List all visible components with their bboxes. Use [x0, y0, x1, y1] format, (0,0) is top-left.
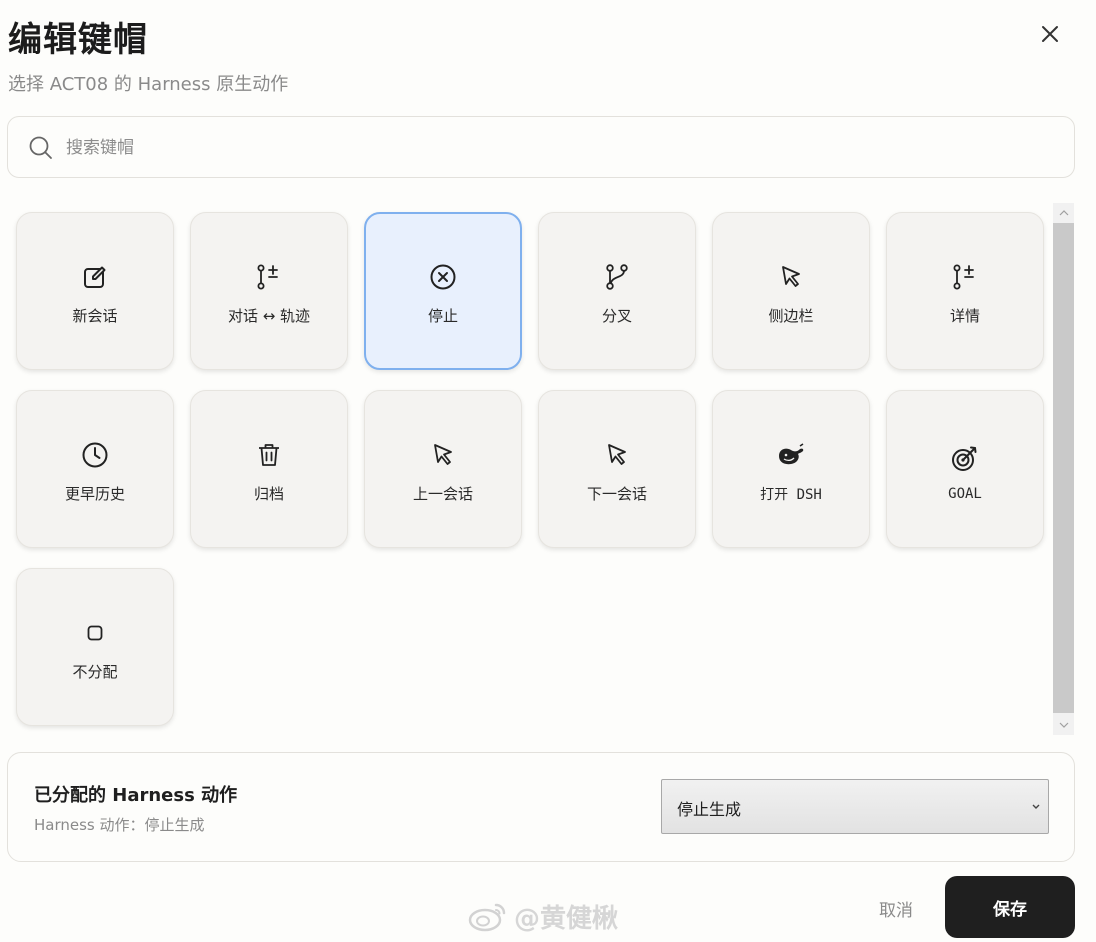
cancel-button[interactable]: 取消 — [862, 892, 930, 924]
keycap-13[interactable]: 不分配 — [16, 568, 174, 726]
assigned-action-title: 已分配的 Harness 动作 — [34, 785, 238, 806]
close-button[interactable] — [1034, 18, 1066, 50]
keycap-label: 分叉 — [601, 307, 632, 325]
search-icon — [29, 136, 52, 159]
keycap-label: 更早历史 — [64, 485, 125, 503]
keycap-label: 停止 — [427, 307, 458, 325]
square-icon — [80, 618, 110, 648]
keycap-7[interactable]: 更早历史 — [16, 390, 174, 548]
search-box — [7, 116, 1075, 178]
cursor-arrow-icon — [428, 440, 458, 470]
keycap-label: 详情 — [949, 307, 980, 325]
whale-icon — [776, 441, 806, 471]
weibo-icon — [468, 903, 506, 932]
keycap-label: 归档 — [253, 485, 284, 503]
dialog-subtitle: 选择 ACT08 的 Harness 原生动作 — [8, 74, 289, 95]
save-button[interactable]: 保存 — [945, 876, 1075, 938]
keycap-8[interactable]: 归档 — [190, 390, 348, 548]
select-value: 停止生成 — [677, 800, 742, 819]
keycap-10[interactable]: 下一会话 — [538, 390, 696, 548]
dialog-title: 编辑键帽 — [8, 20, 148, 60]
git-fork-icon — [602, 262, 632, 292]
clock-icon — [80, 440, 110, 470]
keycap-label: 新会话 — [72, 307, 118, 325]
watermark-text: @黄健楸 — [514, 903, 619, 934]
scrollbar[interactable] — [1053, 203, 1074, 735]
keycap-11[interactable]: 打开 DSH — [712, 390, 870, 548]
watermark: @黄健楸 — [468, 896, 618, 936]
keycap-grid: 新会话 对话 ↔ 轨迹 停止 分叉 侧边栏 详情更早历史 归档 上一会话 下一会话 打开 DSH G… — [16, 212, 1044, 726]
assigned-action-subtitle: Harness 动作：停止生成 — [34, 816, 205, 834]
keycap-3[interactable]: 停止 — [364, 212, 522, 370]
keycap-9[interactable]: 上一会话 — [364, 390, 522, 548]
keycap-1[interactable]: 新会话 — [16, 212, 174, 370]
keycap-6[interactable]: 详情 — [886, 212, 1044, 370]
keycap-label: 侧边栏 — [768, 307, 814, 325]
chevron-down-icon — [1059, 722, 1068, 728]
keycap-label: GOAL — [948, 485, 982, 502]
keycap-2[interactable]: 对话 ↔ 轨迹 — [190, 212, 348, 370]
scroll-thumb[interactable] — [1053, 223, 1074, 713]
keycap-12[interactable]: GOAL — [886, 390, 1044, 548]
close-icon — [1042, 26, 1058, 42]
search-input[interactable] — [66, 129, 1046, 167]
list-plus-minus-icon — [950, 262, 980, 292]
keycap-label: 打开 DSH — [760, 486, 822, 503]
chevron-up-icon — [1059, 210, 1068, 216]
chevron-down-icon — [1032, 804, 1040, 809]
trash-icon — [254, 440, 284, 470]
edit-keycap-dialog: 编辑键帽 选择 ACT08 的 Harness 原生动作 新会话对话 ↔ 轨迹停… — [0, 0, 1096, 942]
keycap-grid-area: 新会话 对话 ↔ 轨迹 停止 分叉 侧边栏 详情更早历史 归档 上一会话 下一会话 打开 DSH G… — [0, 196, 1050, 741]
keycap-4[interactable]: 分叉 — [538, 212, 696, 370]
scroll-down-button[interactable] — [1053, 715, 1074, 735]
harness-action-select[interactable]: 停止生成 — [661, 779, 1049, 834]
cursor-arrow-icon — [776, 262, 806, 292]
cursor-arrow-icon — [602, 440, 632, 470]
keycap-label: 对话 ↔ 轨迹 — [227, 307, 311, 325]
keycap-label: 上一会话 — [412, 485, 473, 503]
list-plus-minus-icon — [254, 262, 284, 292]
keycap-5[interactable]: 侧边栏 — [712, 212, 870, 370]
keycap-label: 下一会话 — [586, 485, 647, 503]
scroll-up-button[interactable] — [1053, 203, 1074, 223]
edit-icon — [80, 262, 110, 292]
stop-circle-icon — [428, 262, 458, 292]
assigned-action-panel: 已分配的 Harness 动作 Harness 动作：停止生成 停止生成 — [7, 752, 1075, 862]
target-arrow-icon — [950, 443, 980, 473]
keycap-label: 不分配 — [72, 663, 118, 681]
